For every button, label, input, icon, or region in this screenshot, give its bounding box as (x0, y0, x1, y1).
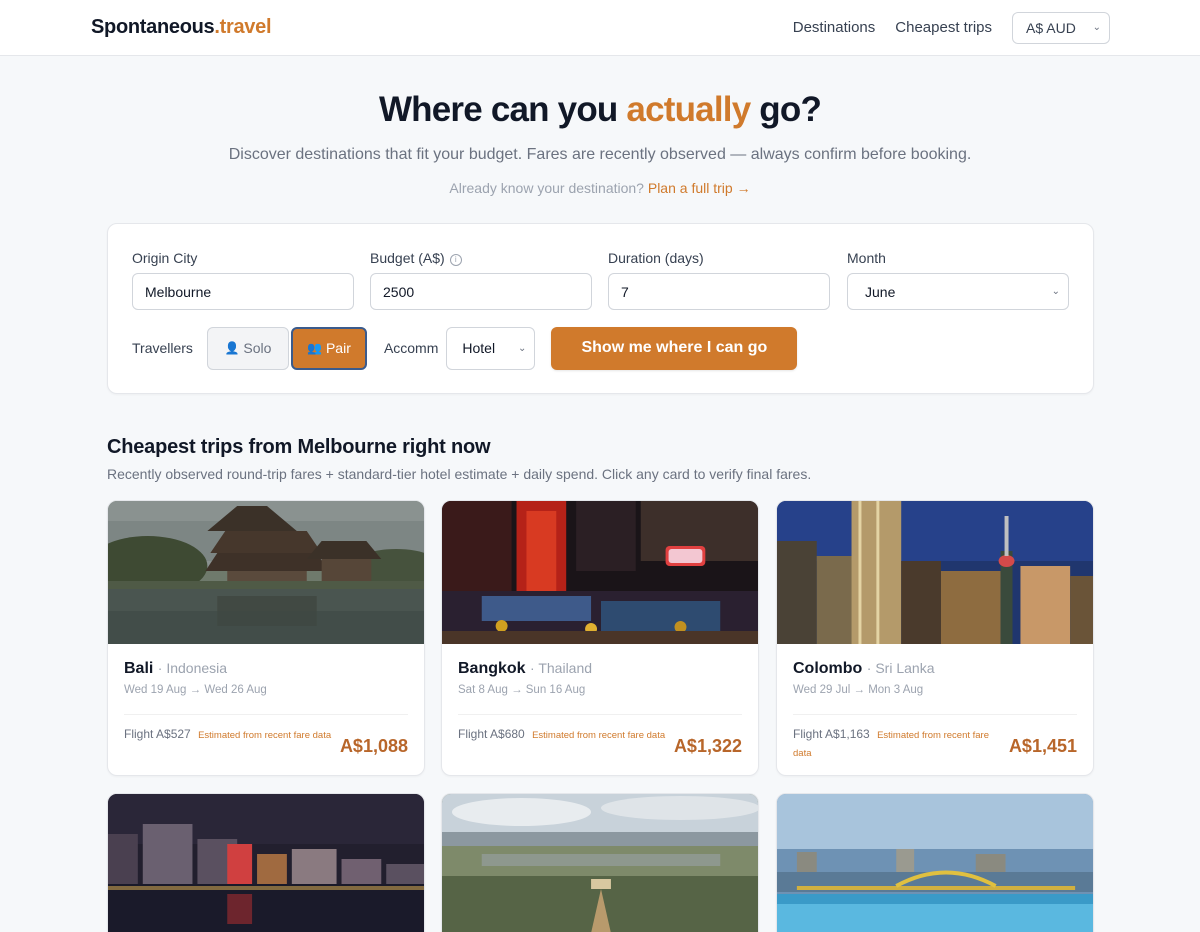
card-city: Bali (124, 660, 154, 677)
budget-label: Budget (A$) (370, 250, 445, 266)
duration-label: Duration (days) (608, 250, 704, 266)
budget-label-wrap: Budget (A$) i (370, 250, 592, 266)
pair-label: Pair (325, 340, 351, 356)
card-dates: Wed 29 Jul → Mon 3 Aug (793, 684, 924, 696)
origin-label: Origin City (132, 250, 198, 266)
card-dates: Sat 8 Aug → Sun 16 Aug (458, 684, 586, 696)
chevron-down-icon: ⌄ (518, 342, 527, 354)
destination-image (442, 794, 758, 932)
chevron-down-icon: ⌄ (1051, 286, 1060, 297)
page-title: Where can you actually go? (378, 90, 822, 129)
card-country: · Sri Lanka (866, 660, 935, 676)
destination-card-colombo[interactable]: Colombo · Sri Lanka Wed 29 Jul → Mon 3 A… (776, 500, 1094, 776)
month-label: Month (847, 250, 886, 266)
card-total-price: A$1,322 (673, 736, 742, 756)
card-divider (793, 714, 1077, 715)
destination-card-5[interactable] (441, 793, 759, 932)
month-field-group: Month June ⌄ (847, 250, 1069, 310)
nav-link-cheapest-trips[interactable]: Cheapest trips (895, 19, 992, 36)
nav-link-destinations[interactable]: Destinations (793, 19, 876, 36)
card-body: Bali · Indonesia Wed 19 Aug → Wed 26 Aug… (108, 644, 424, 775)
card-flight: Flight A$1,163 Estimated from recent far… (793, 726, 1008, 762)
solo-toggle[interactable]: 👤 Solo (206, 326, 289, 370)
people-icon: 👥 (307, 341, 322, 355)
card-body: Bangkok · Thailand Sat 8 Aug → Sun 16 Au… (442, 644, 758, 775)
origin-value: Melbourne (145, 283, 212, 300)
origin-input[interactable]: Melbourne (132, 273, 354, 310)
card-city: Colombo (793, 660, 863, 677)
duration-input[interactable]: 7 (608, 273, 830, 310)
flight-price: Flight A$527 (124, 727, 191, 741)
card-dates: Wed 19 Aug → Wed 26 Aug (124, 684, 267, 696)
destination-image (108, 794, 424, 932)
budget-field-group: Budget (A$) i 2500 (370, 250, 592, 310)
pair-toggle[interactable]: 👥 Pair (290, 326, 367, 370)
flight-price: Flight A$1,163 (793, 727, 870, 741)
chevron-down-icon: ⌄ (1092, 22, 1101, 33)
nav-right: Destinations Cheapest trips A$ AUD ⌄ (793, 11, 1110, 44)
destination-image (442, 501, 758, 644)
solo-label: Solo (243, 340, 272, 356)
info-icon[interactable]: i (449, 254, 462, 266)
plan-trip-link[interactable]: Plan a full trip → (648, 180, 751, 196)
card-total-price: A$1,088 (339, 736, 408, 756)
results-title: Cheapest trips from Melbourne right now (107, 436, 491, 458)
card-body: Colombo · Sri Lanka Wed 29 Jul → Mon 3 A… (777, 644, 1093, 775)
card-country: · Thailand (530, 660, 593, 676)
card-city: Bangkok (458, 660, 526, 677)
accomm-value: Hotel (462, 340, 496, 356)
flight-price: Flight A$680 (458, 727, 525, 741)
show-destinations-button[interactable]: Show me where I can go (551, 326, 798, 370)
destination-image (777, 794, 1093, 932)
site-logo[interactable]: Spontaneous.travel (91, 16, 272, 39)
month-value: June (865, 283, 896, 300)
destination-card-6[interactable] (776, 793, 1094, 932)
duration-field-group: Duration (days) 7 (608, 250, 830, 310)
destination-card-bali[interactable]: Bali · Indonesia Wed 19 Aug → Wed 26 Aug… (107, 500, 425, 776)
travellers-row: Travellers 👤 Solo 👥 Pair Accomm Hotel ⌄ Sho… (132, 326, 798, 370)
estimate-note: Estimated from recent fare data (532, 730, 666, 741)
destination-card-bangkok[interactable]: Bangkok · Thailand Sat 8 Aug → Sun 16 Au… (441, 500, 759, 776)
estimate-note: Estimated from recent fare data (198, 730, 332, 741)
card-country: · Indonesia (157, 660, 228, 676)
card-flight: Flight A$527 Estimated from recent fare … (124, 726, 339, 744)
results-subtitle: Recently observed round-trip fares + sta… (107, 466, 812, 482)
budget-value: 2500 (383, 283, 415, 300)
card-total-price: A$1,451 (1008, 736, 1077, 756)
card-flight: Flight A$680 Estimated from recent fare … (458, 726, 673, 744)
card-divider (458, 714, 742, 715)
top-navbar: Spontaneous.travel Destinations Cheapest… (0, 0, 1200, 56)
hero-subtitle: Discover destinations that fit your budg… (228, 146, 972, 163)
person-icon: 👤 (224, 341, 240, 355)
destination-image (108, 501, 424, 644)
travellers-label: Travellers (132, 340, 193, 356)
card-divider (124, 714, 408, 715)
currency-value: A$ AUD (1026, 19, 1076, 36)
destination-card-4[interactable] (107, 793, 425, 932)
hero: Where can you actually go? Discover dest… (0, 56, 1200, 196)
origin-field-group: Origin City Melbourne (132, 250, 354, 310)
accomm-label: Accomm (383, 340, 439, 356)
currency-select[interactable]: A$ AUD ⌄ (1012, 11, 1110, 44)
search-form: Origin City Melbourne Budget (A$) i 2500 … (107, 223, 1094, 394)
budget-input[interactable]: 2500 (370, 273, 592, 310)
destination-image (777, 501, 1093, 644)
month-select[interactable]: June ⌄ (847, 273, 1069, 310)
duration-value: 7 (621, 283, 629, 300)
accomm-select[interactable]: Hotel ⌄ (446, 326, 536, 370)
plan-trip-prompt: Already know your destination? Plan a fu… (449, 180, 751, 196)
